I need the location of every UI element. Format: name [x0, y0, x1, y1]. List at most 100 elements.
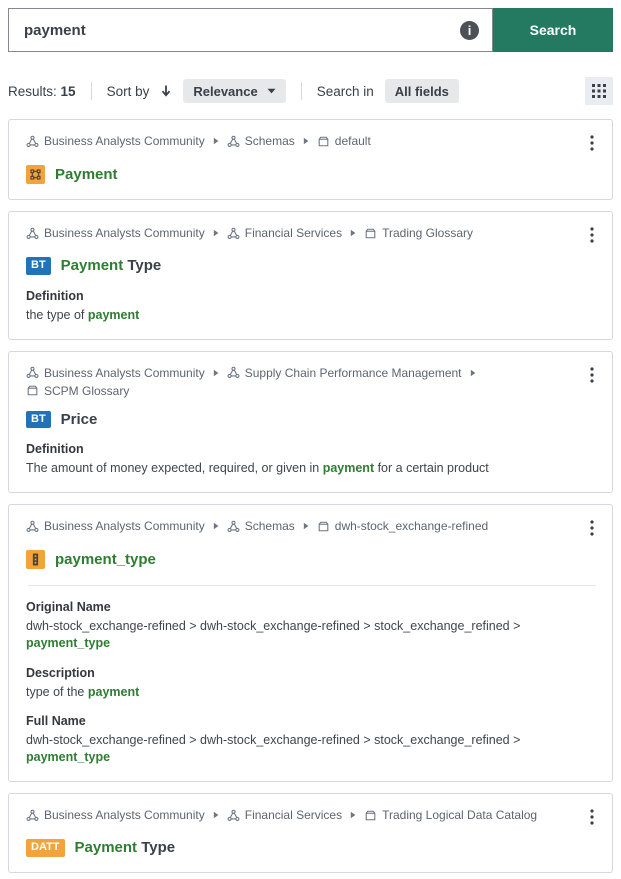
breadcrumb-item[interactable]: Business Analysts Community	[26, 517, 205, 535]
result-title[interactable]: Price	[61, 411, 98, 428]
title-segment: Payment	[75, 839, 138, 856]
result-card: Business Analysts Community Schemas dwh-st…	[8, 504, 613, 782]
field-value: type of the payment	[26, 684, 598, 701]
result-title[interactable]: Payment	[55, 166, 118, 183]
breadcrumb-item[interactable]: dwh-stock_exchange-refined	[317, 517, 488, 535]
result-title[interactable]: payment_type	[55, 551, 156, 568]
toolbar-divider	[91, 82, 92, 100]
card-header: Business Analysts Community Financial Ser…	[26, 224, 598, 246]
card-header: Business Analysts Community Schemas dwh-st…	[26, 517, 598, 539]
field-label: Definition	[26, 288, 598, 305]
breadcrumb: Business Analysts Community Schemas defaul…	[26, 132, 371, 150]
breadcrumb-label: Schemas	[245, 132, 295, 150]
breadcrumb-separator-icon	[213, 369, 219, 377]
result-title[interactable]: Payment Type	[61, 257, 162, 274]
title-segment: Payment	[55, 166, 118, 183]
info-icon[interactable]: i	[460, 21, 479, 40]
title-segment: Price	[61, 411, 98, 428]
result-title-row: BTPayment Type	[26, 257, 598, 275]
card-header: Business Analysts Community Schemas defaul…	[26, 132, 598, 154]
result-card: Business Analysts Community Financial Ser…	[8, 211, 613, 340]
breadcrumb-label: Business Analysts Community	[44, 364, 205, 382]
result-field: Description type of the payment	[26, 665, 598, 701]
grid-view-icon	[592, 84, 606, 98]
breadcrumb-separator-icon	[213, 137, 219, 145]
community-icon	[227, 520, 240, 533]
data-attribute-badge: DATT	[26, 839, 65, 857]
field-value-segment: payment_type	[26, 636, 110, 650]
results-toolbar: Results: 15 Sort by Relevance Search in …	[8, 77, 613, 105]
breadcrumb-item[interactable]: Business Analysts Community	[26, 132, 205, 150]
results-label: Results:	[8, 84, 57, 99]
title-segment: Type	[137, 839, 175, 856]
domain-icon	[26, 384, 39, 397]
breadcrumb-item[interactable]: Business Analysts Community	[26, 224, 205, 242]
result-field: DefinitionThe amount of money expected, …	[26, 441, 598, 477]
breadcrumb-label: Business Analysts Community	[44, 806, 205, 824]
breadcrumb: Business Analysts Community Schemas dwh-st…	[26, 517, 488, 535]
result-title-row: Payment	[26, 165, 598, 184]
field-label: Description	[26, 665, 598, 682]
breadcrumb-item[interactable]: Supply Chain Performance Management	[227, 364, 462, 382]
result-field: Full Namedwh-stock_exchange-refined > dw…	[26, 713, 598, 766]
breadcrumb-item[interactable]: Schemas	[227, 517, 295, 535]
card-menu-button[interactable]	[586, 806, 598, 828]
breadcrumb-label: Business Analysts Community	[44, 224, 205, 242]
breadcrumb-item[interactable]: default	[317, 132, 371, 150]
breadcrumb-item[interactable]: Financial Services	[227, 806, 342, 824]
breadcrumb-item[interactable]: Financial Services	[227, 224, 342, 242]
results-count: 15	[61, 84, 76, 99]
business-term-badge: BT	[26, 411, 51, 429]
search-in-label: Search in	[317, 84, 374, 99]
result-card: Business Analysts Community Schemas defaul…	[8, 119, 613, 200]
results-list: Business Analysts Community Schemas defaul…	[8, 119, 613, 873]
sort-value-dropdown[interactable]: Relevance	[183, 79, 285, 103]
card-menu-button[interactable]	[586, 517, 598, 539]
kebab-icon	[590, 372, 594, 387]
breadcrumb-label: Financial Services	[245, 806, 342, 824]
card-menu-button[interactable]	[586, 224, 598, 246]
search-in-filter[interactable]: All fields	[385, 79, 459, 103]
community-icon	[26, 809, 39, 822]
sort-by-label: Sort by	[107, 84, 150, 99]
breadcrumb: Business Analysts Community Financial Ser…	[26, 224, 473, 242]
card-menu-button[interactable]	[586, 364, 598, 386]
breadcrumb-item[interactable]: Business Analysts Community	[26, 806, 205, 824]
breadcrumb-label: Business Analysts Community	[44, 132, 205, 150]
title-segment: Type	[123, 257, 161, 274]
community-icon	[26, 366, 39, 379]
field-value-segment: The amount of money expected, required, …	[26, 461, 323, 475]
field-value-segment: payment_type	[26, 750, 110, 764]
card-divider	[28, 585, 596, 586]
card-header: Business Analysts Community Financial Ser…	[26, 806, 598, 828]
search-button[interactable]: Search	[493, 8, 613, 52]
field-value-segment: dwh-stock_exchange-refined > dwh-stock_e…	[26, 619, 520, 633]
field-value: the type of payment	[26, 307, 598, 324]
result-card: Business Analysts Community Supply Chain …	[8, 351, 613, 494]
breadcrumb: Business Analysts Community Supply Chain …	[26, 364, 586, 400]
arrow-down-icon[interactable]	[160, 84, 172, 98]
breadcrumb-separator-icon	[213, 522, 219, 530]
breadcrumb-separator-icon	[303, 137, 309, 145]
breadcrumb-item[interactable]: Business Analysts Community	[26, 364, 205, 382]
breadcrumb-item[interactable]: Trading Glossary	[364, 224, 473, 242]
result-title[interactable]: Payment Type	[75, 839, 176, 856]
search-input[interactable]	[9, 9, 460, 51]
community-icon	[26, 135, 39, 148]
result-field: Definition the type of payment	[26, 288, 598, 324]
field-value-segment: for a certain product	[374, 461, 489, 475]
breadcrumb-item[interactable]: Trading Logical Data Catalog	[364, 806, 537, 824]
breadcrumb-label: Business Analysts Community	[44, 517, 205, 535]
breadcrumb-label: SCPM Glossary	[44, 382, 129, 400]
community-icon	[227, 227, 240, 240]
breadcrumb-item[interactable]: Schemas	[227, 132, 295, 150]
title-segment: payment_type	[55, 551, 156, 568]
community-icon	[227, 135, 240, 148]
breadcrumb-separator-icon	[350, 811, 356, 819]
card-menu-button[interactable]	[586, 132, 598, 154]
field-value-segment: payment	[88, 685, 139, 699]
grid-view-button[interactable]	[585, 77, 613, 105]
breadcrumb-label: Schemas	[245, 517, 295, 535]
community-icon	[26, 520, 39, 533]
breadcrumb-item[interactable]: SCPM Glossary	[26, 382, 129, 400]
